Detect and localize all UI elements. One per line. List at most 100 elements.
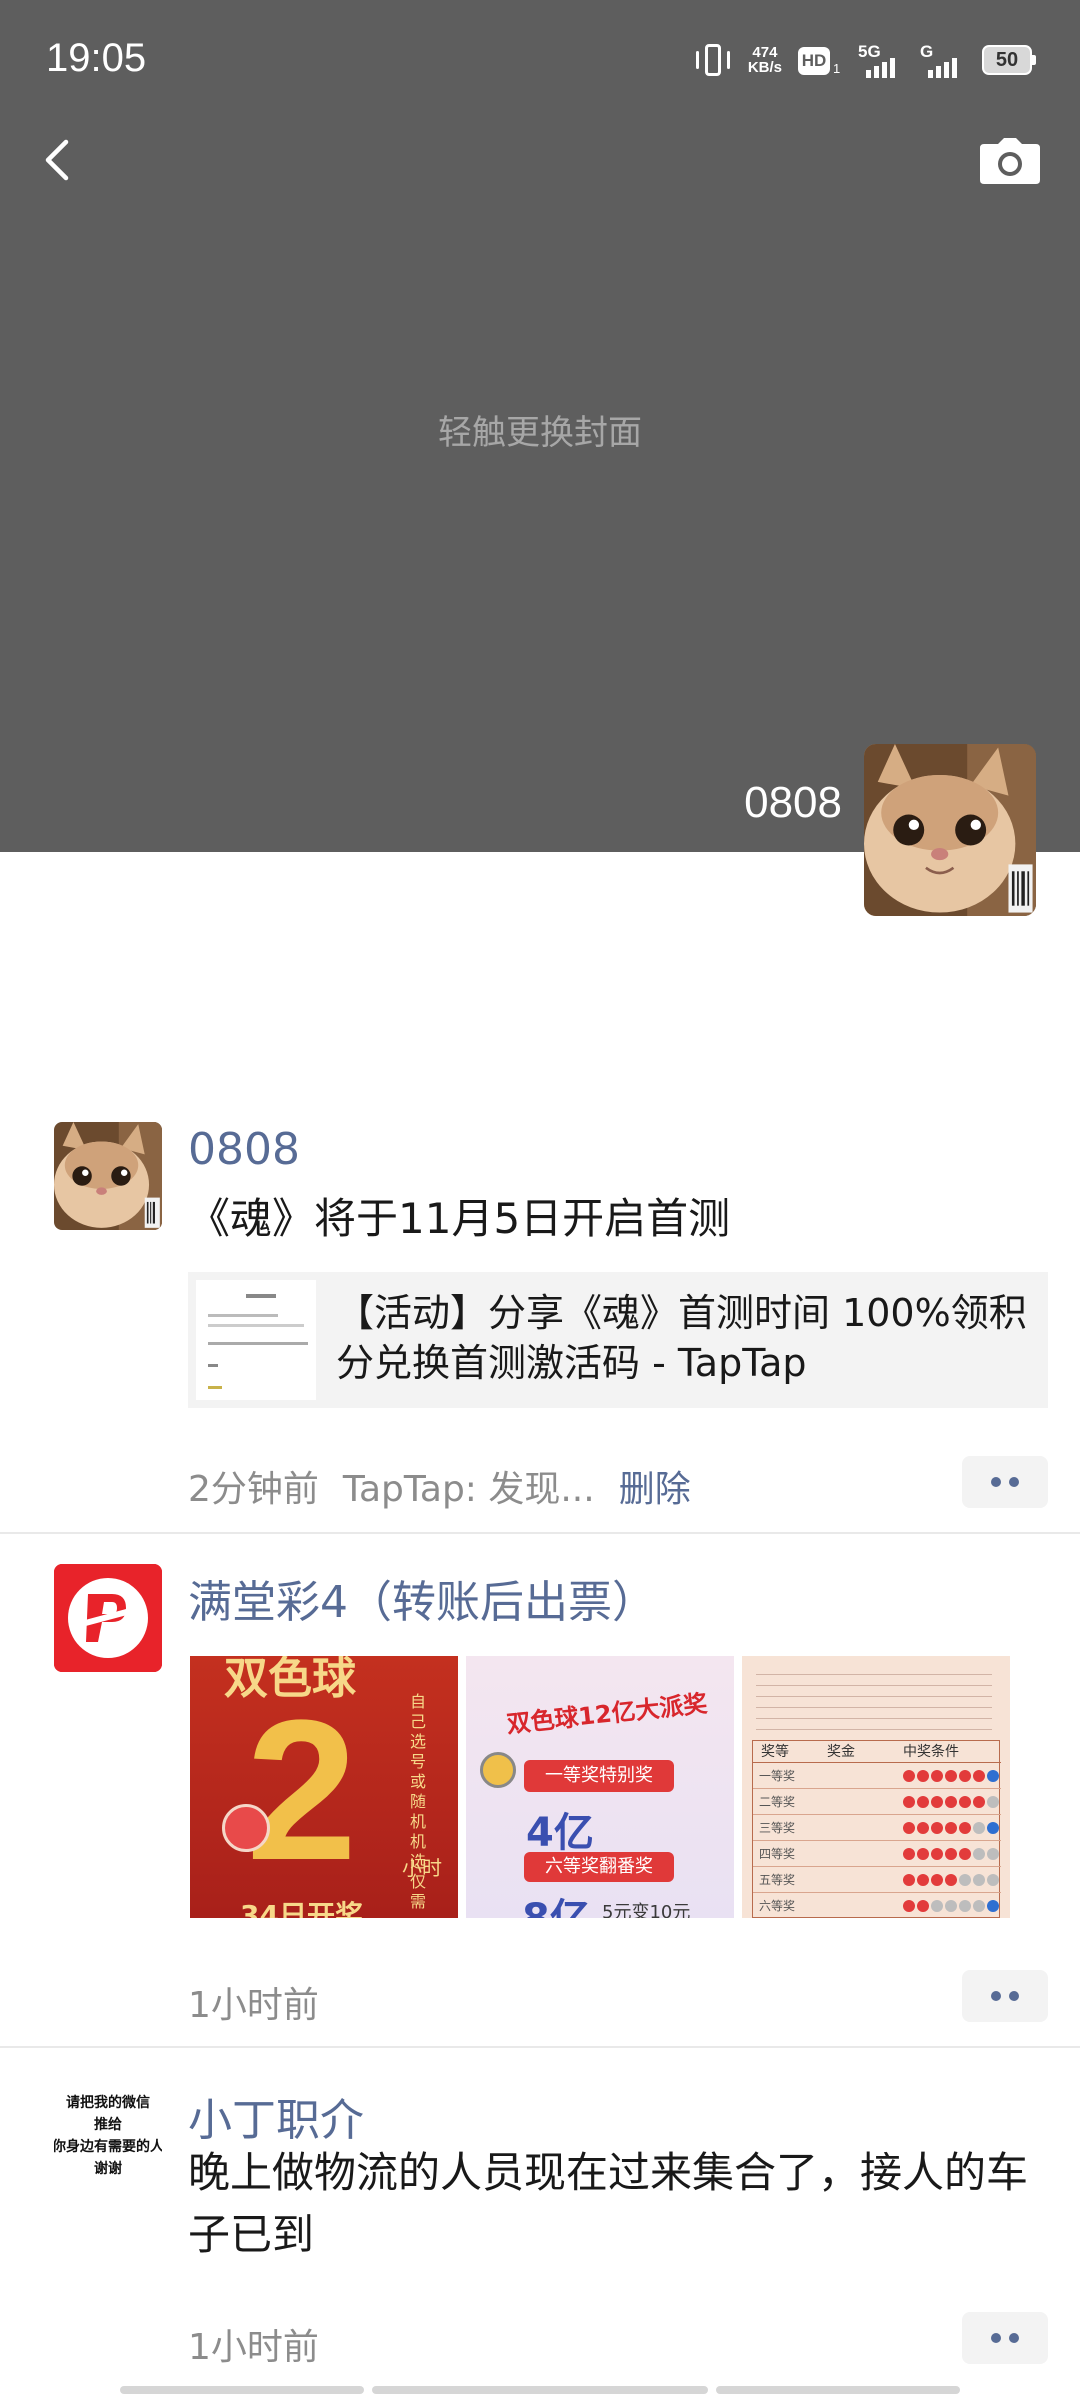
lottery-ball-icon: [931, 1796, 943, 1808]
profile-avatar[interactable]: [864, 744, 1036, 916]
post-more-button[interactable]: [962, 2312, 1048, 2364]
prize-tier-label: 四等奖: [759, 1847, 796, 1861]
lottery-ball-icon: [931, 1770, 943, 1782]
post-more-button[interactable]: [962, 1970, 1048, 2022]
scroll-hint-bar: [716, 2386, 960, 2394]
lottery-ball-icon: [987, 1796, 999, 1808]
network-speed-unit: KB/s: [747, 59, 782, 76]
status-icons: 474 KB/s HD 1 5G G 50: [694, 38, 1036, 82]
prize-tier-label: 六等奖: [759, 1899, 796, 1913]
prize-table: 奖等 奖金 中奖条件 一等奖 二等奖 三等奖 四等奖 五等奖 六等奖: [752, 1740, 1001, 1918]
shared-link-card[interactable]: 【活动】分享《魂》首测时间 100%领积分兑换首测激活码 - TapTap: [188, 1272, 1048, 1408]
lottery-ball-icon: [945, 1770, 957, 1782]
prize-tier-label: 五等奖: [759, 1873, 796, 1887]
network-speed: 474 KB/s: [748, 45, 782, 75]
prize-tier-label: 二等奖: [759, 1795, 796, 1809]
lottery-ball-icon: [987, 1770, 999, 1782]
status-bar: 19:05 474 KB/s HD 1 5G G 50: [0, 0, 1080, 120]
image-big-number: 2: [246, 1679, 358, 1902]
post-image-1[interactable]: 双色球 2 自己选号或随机机选 仅需 小时 34日开奖: [190, 1656, 458, 1918]
battery-level: 50: [982, 45, 1032, 75]
post-author-name[interactable]: 小丁职介: [188, 2084, 364, 2148]
lottery-ball-icon: [903, 1796, 915, 1808]
back-arrow-icon: [45, 139, 69, 181]
post-source[interactable]: TapTap: 发现...: [343, 1469, 595, 1510]
lottery-ball-icon: [973, 1796, 985, 1808]
image-caption-unit: 小时: [402, 1856, 442, 1880]
prize-tier-label: 一等奖: [759, 1769, 796, 1783]
post-time: 2分钟前: [188, 1469, 319, 1510]
post-time: 1小时前: [188, 1985, 319, 2026]
prize-table-row: 六等奖: [753, 1893, 1001, 1918]
cat-avatar-image: [864, 744, 1036, 916]
post-image-2[interactable]: 双色球12亿大派奖 一等奖特别奖 4亿 六等奖翻番奖 8亿 5元变10元: [466, 1656, 734, 1918]
lottery-ball-icon: [959, 1822, 971, 1834]
post-author-name[interactable]: 0808: [188, 1124, 300, 1175]
lottery-ball-icon: [903, 1822, 915, 1834]
lottery-ball-icon: [959, 1874, 971, 1886]
lottery-ball-icon: [987, 1874, 999, 1886]
lottery-ball-icon: [917, 1822, 929, 1834]
lottery-ball-icon: [945, 1822, 957, 1834]
network-speed-value: 474: [752, 44, 778, 61]
lottery-ball-icon: [973, 1822, 985, 1834]
signal-icon-sim1: 5G: [858, 42, 904, 78]
lottery-ball-icon: [903, 1900, 915, 1912]
prize-table-row: 五等奖: [753, 1867, 1001, 1893]
back-button[interactable]: [30, 128, 90, 192]
lottery-ball-icon: [987, 1848, 999, 1860]
lottery-ball-icon: [931, 1822, 943, 1834]
battery-icon: 50: [982, 45, 1036, 75]
image-note: 5元变10元: [602, 1902, 691, 1918]
post-author-name[interactable]: 满堂彩4（转账后出票）: [188, 1566, 656, 1630]
lottery-ball-icon: [973, 1900, 985, 1912]
post-avatar[interactable]: [54, 1564, 162, 1672]
lottery-ball-icon: [903, 1770, 915, 1782]
avatar-text-line: 推给: [94, 2117, 122, 2133]
post-divider: [0, 2046, 1080, 2048]
image-banner-1: 一等奖特别奖: [524, 1760, 674, 1792]
post-meta: 1小时前: [188, 1976, 319, 2028]
hd-label: HD: [798, 47, 830, 75]
cover-image-area[interactable]: 19:05 474 KB/s HD 1 5G G 50 轻触更换封面 0808: [0, 0, 1080, 852]
lottery-ball-icon: [987, 1900, 999, 1912]
post-divider: [0, 1532, 1080, 1534]
table-header-condition: 中奖条件: [903, 1744, 959, 1760]
delete-button[interactable]: 删除: [619, 1469, 691, 1510]
link-title: 【活动】分享《魂》首测时间 100%领积分兑换首测激活码 - TapTap: [336, 1291, 1027, 1385]
scroll-hint-bar: [372, 2386, 708, 2394]
post-more-button[interactable]: [962, 1456, 1048, 1508]
prize-table-row: 四等奖: [753, 1841, 1001, 1867]
lottery-ball-icon: [945, 1796, 957, 1808]
post-image-3[interactable]: 奖等 奖金 中奖条件 一等奖 二等奖 三等奖 四等奖 五等奖 六等奖: [742, 1656, 1010, 1918]
lottery-ball-icon: [917, 1900, 929, 1912]
lottery-ball-icon: [959, 1796, 971, 1808]
prize-table-rows: 一等奖 二等奖 三等奖 四等奖 五等奖 六等奖: [753, 1763, 1001, 1918]
lottery-ball-icon: [973, 1770, 985, 1782]
lottery-ball-icon: [959, 1770, 971, 1782]
lottery-ball-icon: [931, 1874, 943, 1886]
post-text: 晚上做物流的人员现在过来集合了，接人的车子已到: [188, 2148, 1029, 2259]
lottery-ball-icon: [931, 1900, 943, 1912]
lottery-ball-icon: [931, 1848, 943, 1860]
lottery-ball-icon: [959, 1848, 971, 1860]
image-amount-1: 4亿: [526, 1810, 594, 1856]
lottery-ball-icon: [945, 1900, 957, 1912]
post-avatar[interactable]: 请把我的微信 推给 你身边有需要的人 谢谢: [54, 2082, 162, 2190]
scroll-hint-bar: [120, 2386, 364, 2394]
camera-button[interactable]: [980, 138, 1040, 184]
status-time: 19:05: [46, 36, 147, 80]
lottery-ball-icon: [973, 1848, 985, 1860]
image-heading: 双色球12亿大派奖: [505, 1689, 709, 1739]
table-header-prize: 奖金: [827, 1744, 855, 1760]
post-meta: 2分钟前 TapTap: 发现... 删除: [188, 1460, 691, 1512]
mascot-icon: [222, 1804, 270, 1852]
lottery-ball-icon: [945, 1874, 957, 1886]
lottery-ball-icon: [917, 1796, 929, 1808]
post-avatar[interactable]: [54, 1122, 162, 1230]
lottery-ball-icon: [959, 1900, 971, 1912]
lottery-ball-icon: [903, 1874, 915, 1886]
lottery-ball-icon: [917, 1848, 929, 1860]
link-thumbnail: [196, 1280, 316, 1400]
image-footer: 34日开奖: [240, 1899, 363, 1918]
